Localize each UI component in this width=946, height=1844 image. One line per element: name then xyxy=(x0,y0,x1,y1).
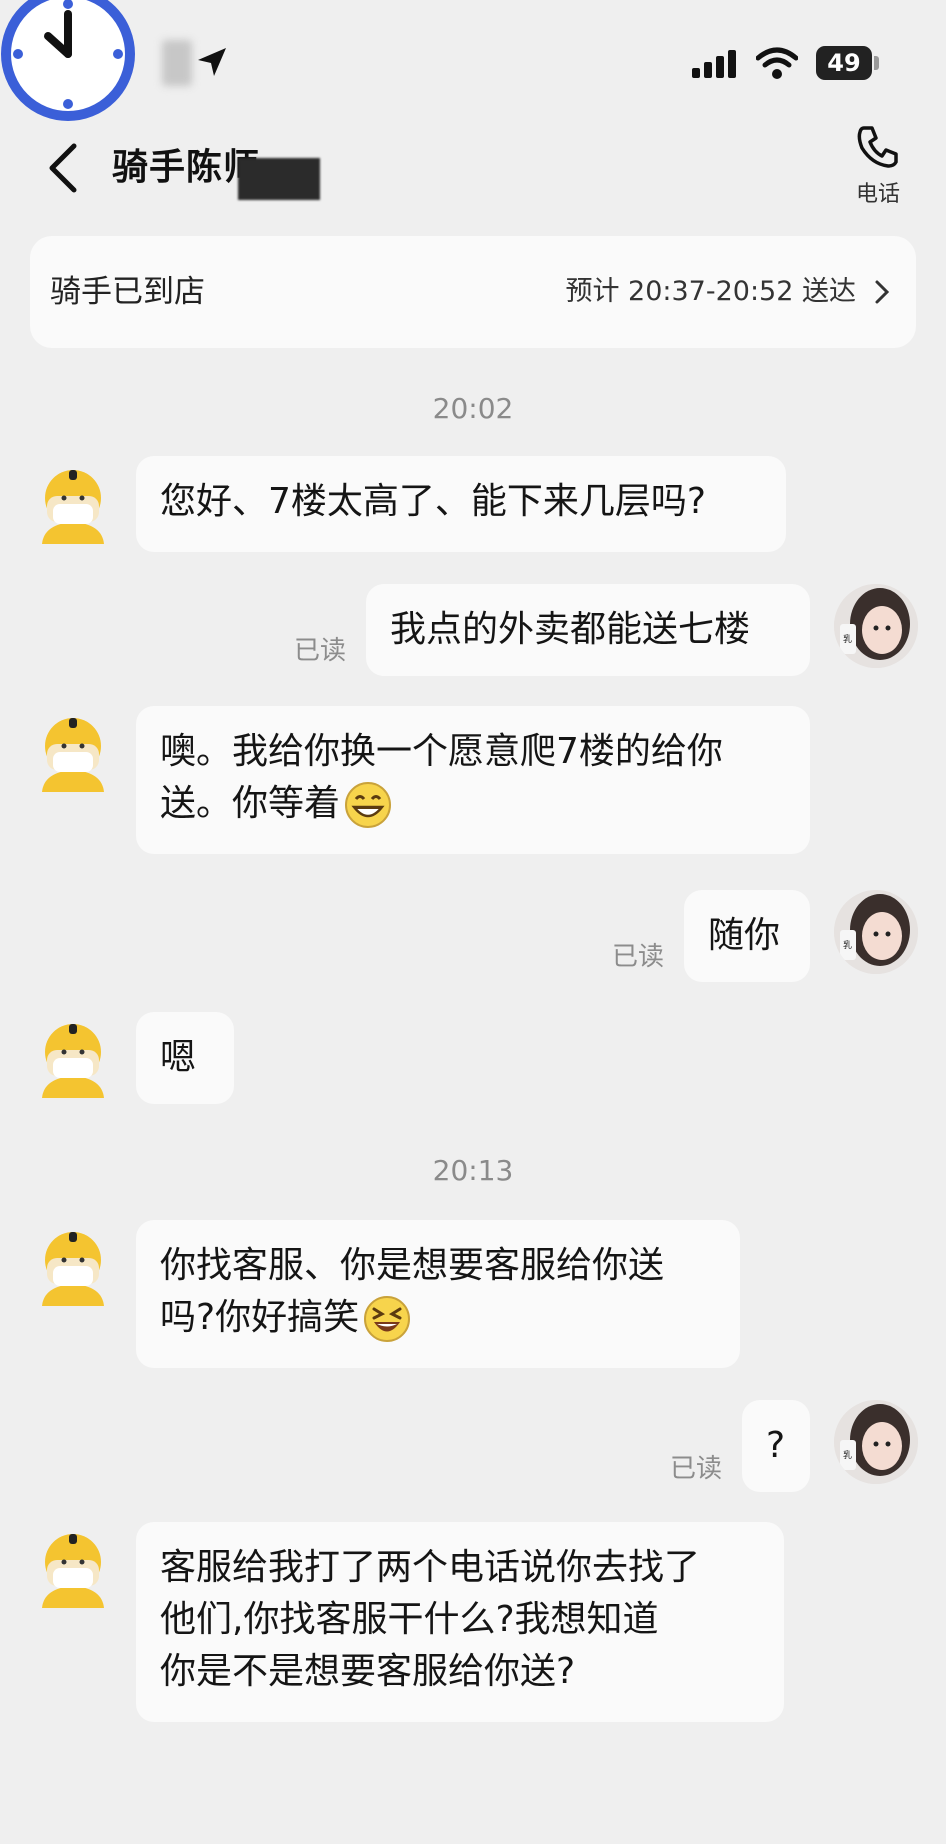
rider-avatar[interactable] xyxy=(36,1528,110,1608)
rider-avatar[interactable] xyxy=(36,712,110,792)
rider-avatar[interactable] xyxy=(36,1018,110,1098)
rider-message-bubble: 客服给我打了两个电话说你去找了 他们,你找客服干什么?我想知道 你是不是想要客服… xyxy=(136,1522,784,1722)
message-line: 他们,你找客服干什么?我想知道 xyxy=(160,1599,659,1640)
rider-message-bubble: 你找客服、你是想要客服给你送 吗?你好搞笑 xyxy=(136,1220,740,1368)
wifi-icon xyxy=(755,46,799,80)
message-line: 噢。我给你换一个愿意爬7楼的给你 xyxy=(160,731,723,772)
read-receipt: 已读 xyxy=(294,636,347,666)
user-message-bubble: 随你 xyxy=(684,890,810,982)
rider-message-bubble: 嗯 xyxy=(136,1012,234,1104)
user-message-bubble: 我点的外卖都能送七楼 xyxy=(366,584,810,676)
read-receipt: 已读 xyxy=(670,1454,723,1484)
message-text: ? xyxy=(766,1425,786,1466)
clock-icon xyxy=(0,0,148,134)
name-redaction xyxy=(238,158,320,200)
delivery-status-card[interactable]: 骑手已到店 预计 20:37-20:52 送达 xyxy=(30,236,916,348)
message-line: 送。你等着 xyxy=(160,783,341,824)
rider-avatar[interactable] xyxy=(36,464,110,544)
rider-message-bubble: 噢。我给你换一个愿意爬7楼的给你 送。你等着 xyxy=(136,706,810,854)
user-message-bubble: ? xyxy=(742,1400,810,1492)
message-text: 您好、7楼太高了、能下来几层吗? xyxy=(160,481,707,522)
status-redaction xyxy=(162,40,192,86)
phone-label: 电话 xyxy=(855,182,900,207)
grin-emoji-icon xyxy=(345,782,392,828)
battery-level: 49 xyxy=(827,49,861,77)
rider-status-text: 骑手已到店 xyxy=(50,274,205,310)
rider-avatar[interactable] xyxy=(36,1226,110,1306)
message-text: 嗯 xyxy=(160,1037,197,1078)
message-text: 我点的外卖都能送七楼 xyxy=(390,609,751,650)
eta-text: 预计 20:37-20:52 送达 xyxy=(565,276,856,307)
back-icon[interactable] xyxy=(44,140,84,196)
message-line-with-emoji: 送。你等着 xyxy=(160,778,786,830)
message-line: 你是不是想要客服给你送? xyxy=(160,1651,576,1692)
battery-icon: 49 xyxy=(816,46,872,80)
user-avatar[interactable]: 乳 xyxy=(834,584,918,668)
svg-text:乳: 乳 xyxy=(843,1449,852,1461)
rider-message-bubble: 您好、7楼太高了、能下来几层吗? xyxy=(136,456,786,552)
chevron-right-icon xyxy=(875,280,890,304)
location-arrow-icon xyxy=(196,46,228,78)
user-avatar[interactable]: 乳 xyxy=(834,1400,918,1484)
user-avatar[interactable]: 乳 xyxy=(834,890,918,974)
battery-tip xyxy=(874,56,879,70)
message-text: 随你 xyxy=(708,915,781,956)
phone-icon xyxy=(857,126,898,168)
message-timestamp: 20:02 xyxy=(432,392,514,425)
laughing-emoji-icon xyxy=(364,1296,411,1342)
message-timestamp: 20:13 xyxy=(432,1154,514,1187)
message-line-with-emoji: 吗?你好搞笑 xyxy=(160,1292,716,1344)
phone-call-button[interactable]: 电话 xyxy=(838,118,918,218)
svg-text:乳: 乳 xyxy=(843,939,852,951)
message-line: 你找客服、你是想要客服给你送 xyxy=(160,1245,665,1286)
signal-icon xyxy=(692,48,740,80)
message-line: 吗?你好搞笑 xyxy=(160,1297,360,1338)
message-line: 客服给我打了两个电话说你去找了 xyxy=(160,1547,701,1588)
read-receipt: 已读 xyxy=(612,942,665,972)
svg-text:乳: 乳 xyxy=(843,633,852,645)
